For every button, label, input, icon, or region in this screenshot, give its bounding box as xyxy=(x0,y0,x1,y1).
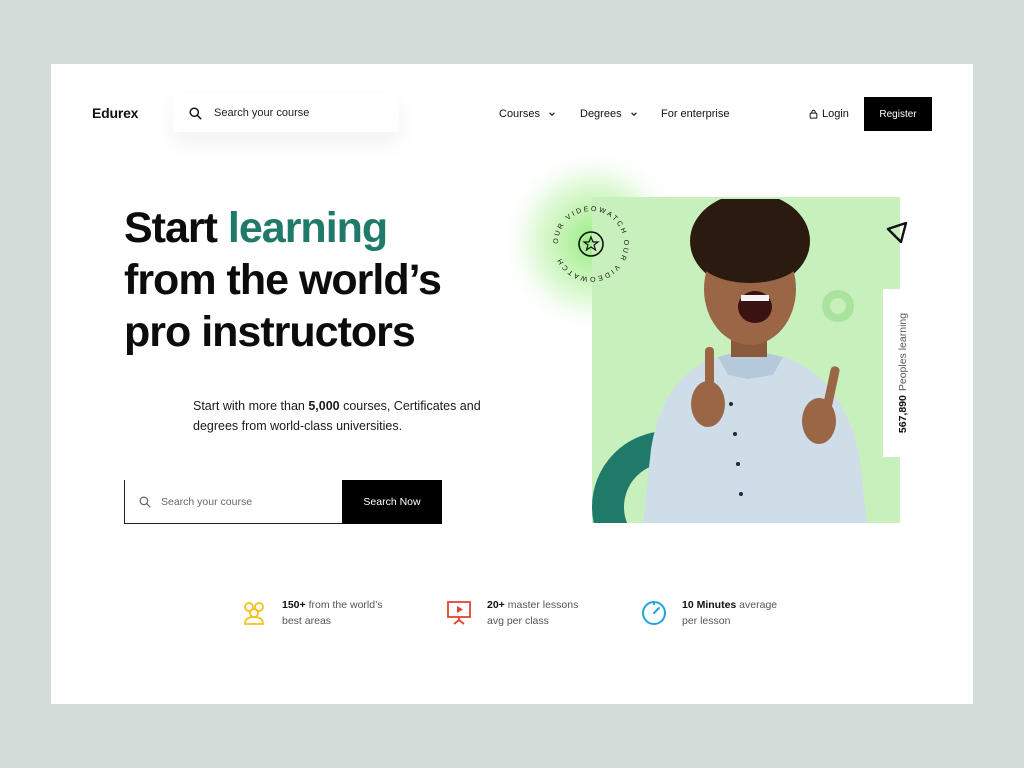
chevron-down-icon xyxy=(630,112,637,116)
learners-count: 567,890 Peoples learning xyxy=(883,289,923,457)
lock-icon xyxy=(809,109,818,119)
nav-courses[interactable]: Courses xyxy=(499,108,556,120)
headline-line2: from the world’s xyxy=(124,256,442,304)
stat-minutes-text-b: per lesson xyxy=(682,615,731,627)
stat-areas: 150+ from the world’s best areas xyxy=(240,597,383,629)
svg-text:OUR VIDEOWATCH OUR VIDEOWATCH: OUR VIDEOWATCH OUR VIDEOWATCH xyxy=(553,206,629,282)
login-label: Login xyxy=(822,108,849,120)
learners-count-card: 567,890 Peoples learning xyxy=(883,289,923,457)
timer-icon xyxy=(642,601,666,625)
brand-logo[interactable]: Edurex xyxy=(92,105,138,121)
badge-text: OUR VIDEOWATCH OUR VIDEOWATCH xyxy=(553,206,627,282)
users-icon xyxy=(244,602,264,625)
stat-areas-bold: 150+ xyxy=(282,599,306,611)
stat-lessons-bold: 20+ xyxy=(487,599,505,611)
presentation-icon xyxy=(447,601,471,625)
stat-minutes-bold: 10 Minutes xyxy=(682,599,737,611)
headline-accent: learning xyxy=(227,204,388,252)
subtitle-bold: 5,000 xyxy=(308,399,340,413)
stat-lessons-text-b: avg per class xyxy=(487,615,549,627)
page-frame: Edurex Courses Degrees For enterprise Lo… xyxy=(51,64,973,704)
learners-label: Peoples learning xyxy=(897,312,909,392)
stat-minutes-text-a: average xyxy=(736,599,778,611)
hero-search-input[interactable] xyxy=(161,495,331,508)
nav-enterprise-label: For enterprise xyxy=(661,108,730,120)
stat-lessons: 20+ master lessons avg per class xyxy=(445,597,578,629)
hero-subtitle: Start with more than 5,000 courses, Cert… xyxy=(193,396,513,436)
search-now-button[interactable]: Search Now xyxy=(342,480,442,524)
hero-headline: Start learning from the world’s pro inst… xyxy=(124,202,442,358)
chevron-down-icon xyxy=(549,112,555,116)
nav-for-enterprise[interactable]: For enterprise xyxy=(661,108,729,120)
hero-search-field[interactable] xyxy=(124,480,342,524)
student-photo xyxy=(643,199,867,523)
register-button[interactable]: Register xyxy=(864,97,932,131)
stat-lessons-text-a: master lessons xyxy=(504,599,579,611)
nav-degrees-label: Degrees xyxy=(580,108,622,120)
search-icon xyxy=(139,496,151,507)
login-link[interactable]: Login xyxy=(809,108,849,120)
subtitle-pre: Start with more than xyxy=(193,399,309,413)
header-search-input[interactable] xyxy=(214,107,384,119)
hero-search-form: Search Now xyxy=(124,480,442,524)
learners-number: 567,890 xyxy=(897,395,909,434)
header-search[interactable] xyxy=(173,94,399,132)
headline-start: Start xyxy=(124,204,228,252)
headline-line3: pro instructors xyxy=(124,308,416,356)
videowatch-badge[interactable]: OUR VIDEOWATCH OUR VIDEOWATCH xyxy=(548,201,634,287)
stat-areas-text-a: from the world’s xyxy=(305,599,383,611)
nav-courses-label: Courses xyxy=(499,108,540,120)
play-triangle-icon[interactable] xyxy=(885,221,909,245)
stat-minutes: 10 Minutes average per lesson xyxy=(640,597,777,629)
stat-areas-text-b: best areas xyxy=(282,615,332,627)
nav-degrees[interactable]: Degrees xyxy=(580,108,638,120)
search-icon xyxy=(189,106,202,120)
